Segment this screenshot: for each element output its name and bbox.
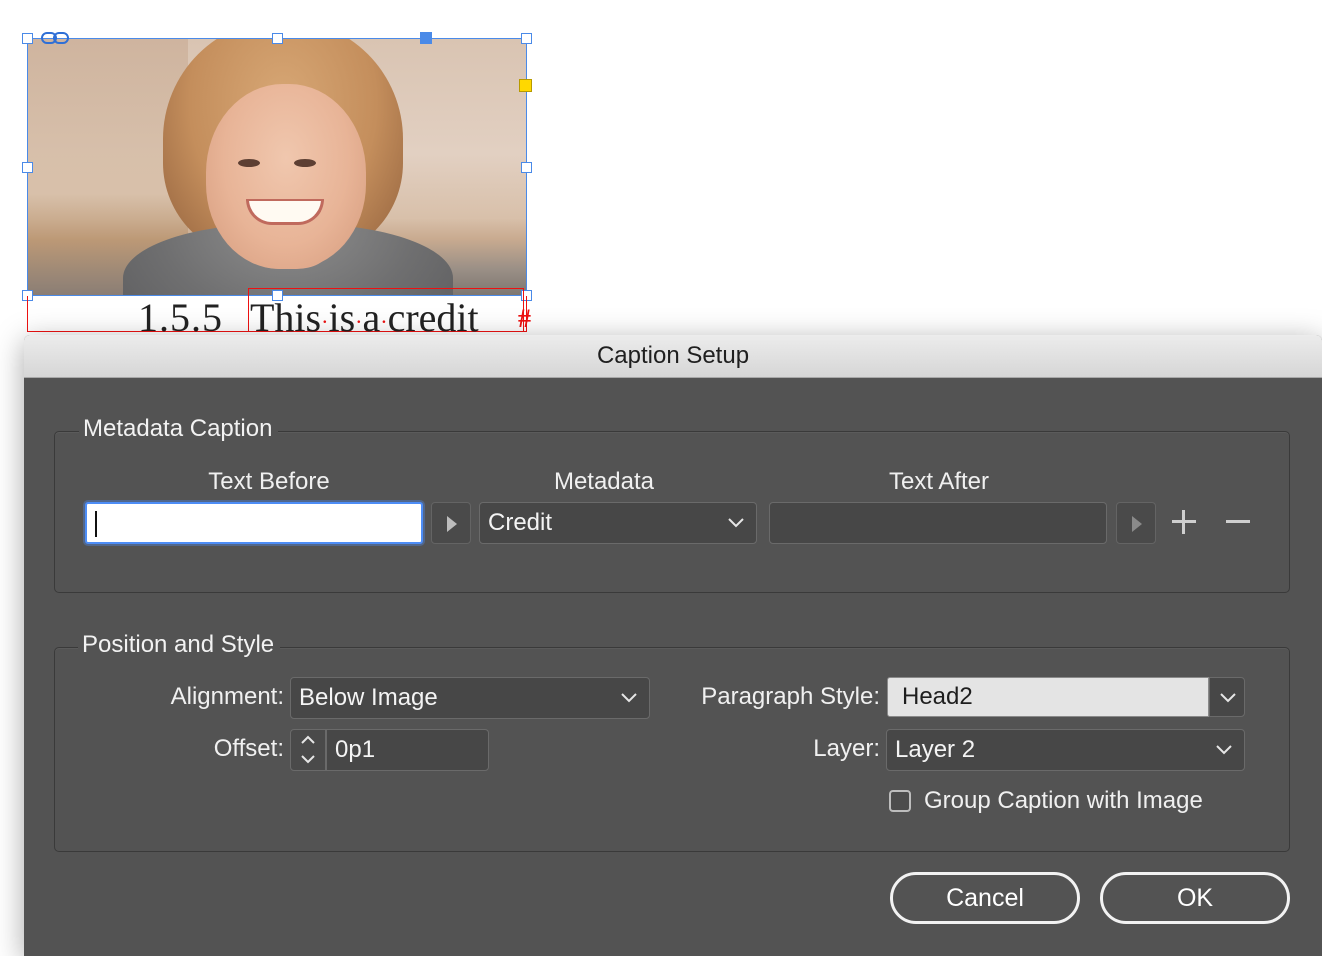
offset-label: Offset: xyxy=(213,735,284,762)
dialog-titlebar[interactable]: Caption Setup xyxy=(24,335,1322,378)
play-triangle-icon xyxy=(447,516,457,532)
text-caret xyxy=(95,511,97,537)
link-icon[interactable] xyxy=(41,32,69,44)
chevron-down-icon[interactable] xyxy=(300,752,316,766)
plus-icon[interactable] xyxy=(1172,510,1196,534)
chevron-down-icon xyxy=(1220,693,1236,703)
play-triangle-icon xyxy=(1132,516,1142,532)
minus-icon[interactable] xyxy=(1226,510,1250,534)
end-of-story-mark: # xyxy=(518,304,531,333)
group-caption-label[interactable]: Group Caption with Image xyxy=(924,787,1203,815)
paragraph-style-dropdown-button[interactable] xyxy=(1209,677,1245,717)
chevron-down-icon xyxy=(728,518,744,528)
cancel-button[interactable]: Cancel xyxy=(890,872,1080,924)
frame-handle-top-right[interactable] xyxy=(521,33,532,44)
paragraph-style-label: Paragraph Style: xyxy=(701,683,880,710)
insert-special-char-before-button[interactable] xyxy=(431,502,471,544)
metadata-caption-title: Metadata Caption xyxy=(79,415,279,443)
offset-stepper[interactable] xyxy=(290,729,326,771)
group-caption-checkbox[interactable] xyxy=(889,790,911,812)
metadata-heading: Metadata xyxy=(553,468,655,495)
frame-handle-middle-left[interactable] xyxy=(22,162,33,173)
dialog-title: Caption Setup xyxy=(596,342,750,369)
frame-handle-top-left[interactable] xyxy=(22,33,33,44)
offset-input[interactable]: 0p1 xyxy=(326,729,489,771)
alignment-label: Alignment: xyxy=(170,683,284,710)
live-corner-handle[interactable] xyxy=(519,79,532,92)
content-grabber-handle[interactable] xyxy=(420,32,432,44)
text-after-heading: Text After xyxy=(888,468,990,495)
insert-special-char-after-button[interactable] xyxy=(1116,502,1156,544)
chevron-down-icon xyxy=(1216,745,1232,755)
text-after-input[interactable] xyxy=(769,502,1107,544)
paragraph-style-select[interactable]: Head2 xyxy=(887,677,1209,717)
frame-handle-top-center[interactable] xyxy=(272,33,283,44)
portrait-photo xyxy=(28,39,526,295)
layer-select[interactable]: Layer 2 xyxy=(886,729,1245,771)
layer-label: Layer: xyxy=(813,735,880,762)
image-frame[interactable] xyxy=(27,38,527,296)
position-style-title: Position and Style xyxy=(78,631,281,659)
text-before-heading: Text Before xyxy=(208,468,330,495)
metadata-select[interactable]: Credit xyxy=(479,502,757,544)
chevron-up-icon[interactable] xyxy=(300,733,316,747)
caption-setup-dialog: Caption Setup Metadata Caption Text Befo… xyxy=(24,335,1322,956)
alignment-select[interactable]: Below Image xyxy=(290,677,650,719)
text-before-input[interactable] xyxy=(85,502,423,544)
ok-button[interactable]: OK xyxy=(1100,872,1290,924)
frame-handle-middle-right[interactable] xyxy=(521,162,532,173)
